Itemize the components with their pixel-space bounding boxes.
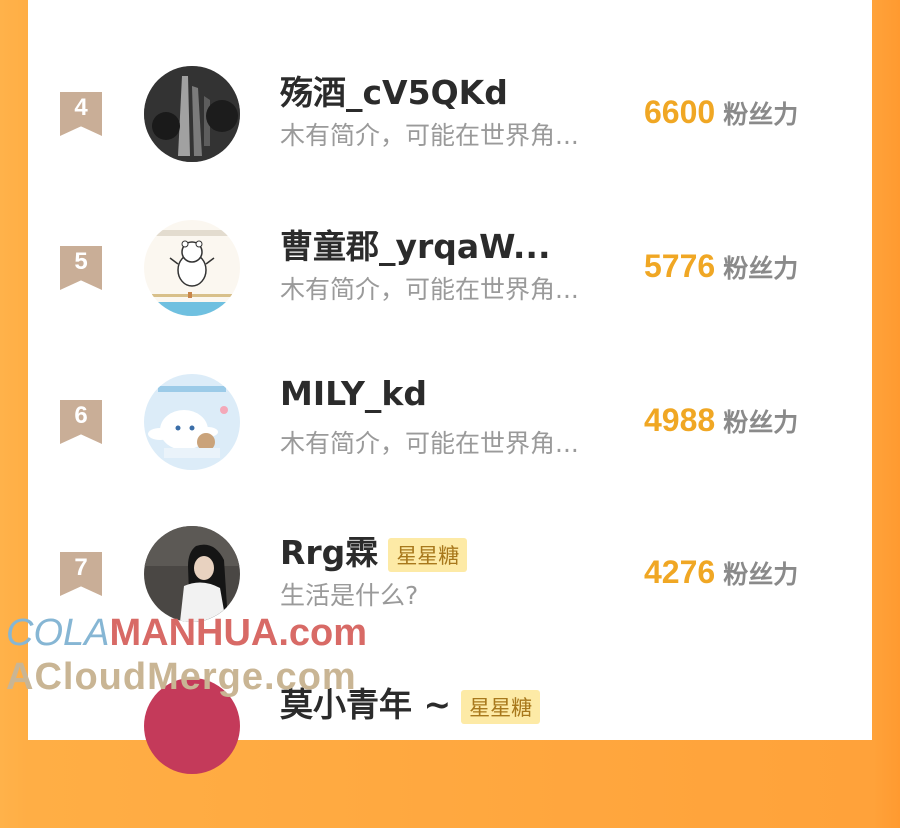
list-item[interactable]: 4 殇酒_cV5QKd 木有简介，可能在世界角... 6600 粉丝力: [28, 66, 872, 216]
score-value: 6600: [644, 94, 716, 130]
username[interactable]: Rrg霖 星星糖: [280, 526, 468, 574]
list-item[interactable]: 5 曹童郡_yrqaW... 木有简介，可能在世界角... 5776 粉丝力: [28, 220, 872, 370]
polar-bear-avatar[interactable]: [144, 220, 240, 316]
username[interactable]: 殇酒_cV5QKd: [280, 66, 508, 114]
user-bio: 木有简介，可能在世界角...: [280, 275, 579, 304]
score-unit: 粉丝力: [723, 100, 799, 129]
score-unit: 粉丝力: [723, 408, 799, 437]
rank-badge: 4: [60, 92, 102, 136]
score-unit: 粉丝力: [723, 560, 799, 589]
list-item[interactable]: 莫小青年 ~ 星星糖: [28, 678, 872, 828]
fan-power-score: 6600 粉丝力: [644, 94, 798, 131]
fan-power-score: 5776 粉丝力: [644, 248, 798, 285]
vip-badge: 星星糖: [388, 537, 468, 572]
rank-badge: 7: [60, 552, 102, 596]
score-value: 4276: [644, 554, 716, 590]
user-bio: 木有简介，可能在世界角...: [280, 429, 579, 458]
score-value: 5776: [644, 248, 716, 284]
rank-badge: 6: [60, 400, 102, 444]
fan-power-score: 4276 粉丝力: [644, 554, 798, 591]
rank-badge: 5: [60, 246, 102, 290]
fan-power-score: 4988 粉丝力: [644, 402, 798, 439]
username[interactable]: 曹童郡_yrqaW...: [280, 220, 551, 268]
watermark-logo: COLAMANHUA.com: [6, 612, 368, 654]
partial-avatar-top: [178, 0, 274, 14]
user-bio: 木有简介，可能在世界角...: [280, 121, 579, 150]
watermark-text: ACloudMerge.com: [6, 656, 357, 698]
username[interactable]: MILY_kd: [280, 374, 427, 413]
score-value: 4988: [644, 402, 716, 438]
score-unit: 粉丝力: [723, 254, 799, 283]
user-bio: 生活是什么?: [280, 581, 419, 610]
username-text: Rrg霖: [280, 533, 379, 572]
waterfall-avatar[interactable]: [144, 66, 240, 162]
list-item[interactable]: 6 MILY_kd 木有简介，可能在世界角... 4988 粉丝力: [28, 374, 872, 524]
girl-photo-avatar[interactable]: [144, 526, 240, 622]
vip-badge: 星星糖: [461, 689, 541, 724]
cinnamoroll-avatar[interactable]: [144, 374, 240, 470]
